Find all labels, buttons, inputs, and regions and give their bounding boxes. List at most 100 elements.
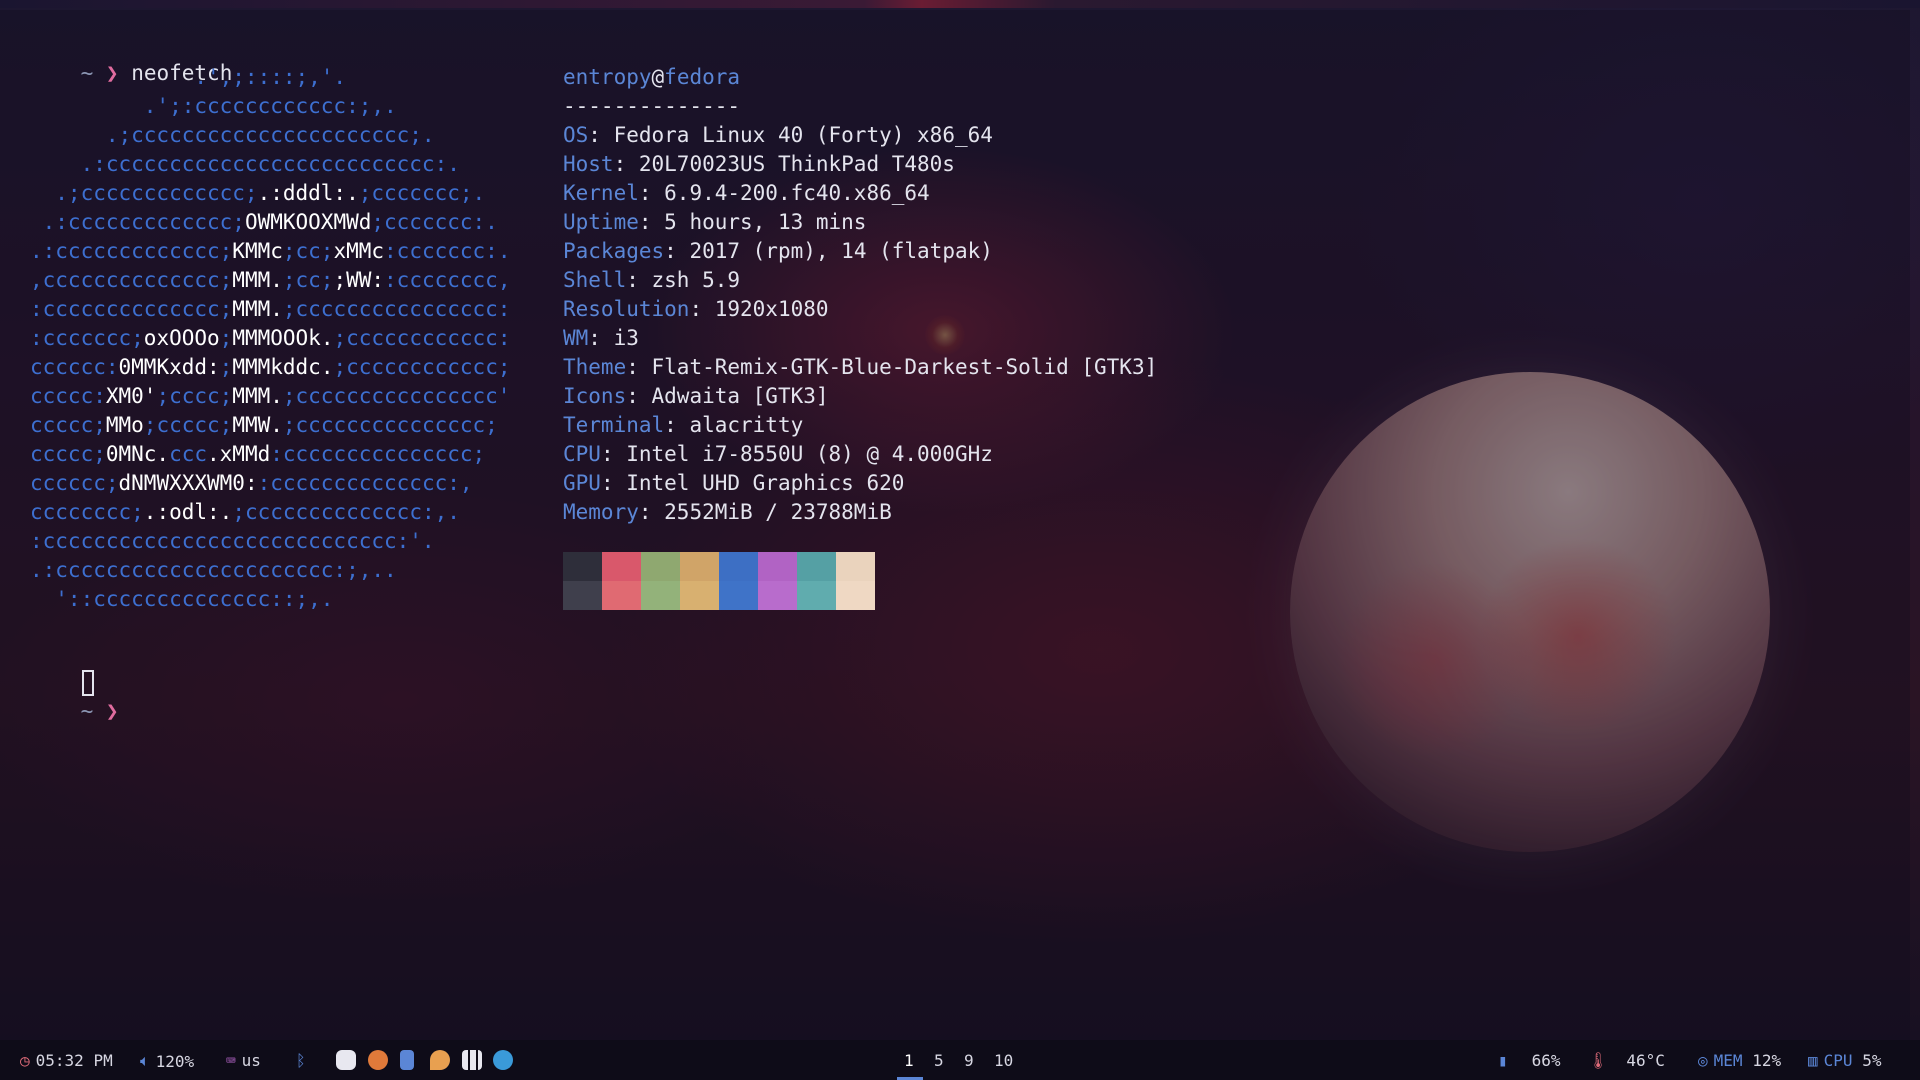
info-value: alacritty xyxy=(689,413,804,437)
info-row-terminal: Terminal: alacritty xyxy=(563,411,1157,440)
ascii-logo-row: .:ccccccccccccc;OWMKOOXMWd;ccccccc:. xyxy=(30,208,511,237)
info-key: GPU xyxy=(563,471,601,495)
color-swatch xyxy=(563,581,602,610)
info-key: Kernel xyxy=(563,181,639,205)
ascii-logo-row: '::cccccccccccccc::;,. xyxy=(30,585,511,614)
info-colon: : xyxy=(626,384,652,408)
ascii-segment: ;cccc; xyxy=(156,384,233,408)
ascii-segment: .:ccccccccccccc; xyxy=(30,239,233,263)
ascii-logo-row: cccccc:0MMKxdd:;MMMkddc.;cccccccccccc; xyxy=(30,353,511,382)
cpu-module[interactable]: ▥ CPU 5% xyxy=(1808,1051,1881,1070)
workspace-1[interactable]: 1 xyxy=(904,1051,914,1070)
ascii-segment: .',;::::;,'. xyxy=(30,65,410,89)
at-sign: @ xyxy=(651,65,665,89)
username: entropy xyxy=(563,65,652,89)
info-fields: OS: Fedora Linux 40 (Forty) x86_64 Host: … xyxy=(563,121,1157,527)
ascii-logo-row: cccccc;dNMWXXXWM0::cccccccccccccc:, xyxy=(30,469,511,498)
ascii-segment: ;ccccc; xyxy=(143,413,233,437)
ascii-segment: MMM. xyxy=(232,384,283,408)
ascii-segment: ;cccccccccccc; xyxy=(333,355,511,379)
volume-icon: 🔈︎ xyxy=(140,1051,150,1070)
clock-module[interactable]: ◷ 05:32 PM xyxy=(20,1051,113,1070)
telegram-icon[interactable] xyxy=(493,1050,513,1070)
info-colon: : xyxy=(664,239,690,263)
ascii-segment: ccccc: xyxy=(30,384,106,408)
temperature-module[interactable]: 🌡︎ 46°C xyxy=(1588,1051,1665,1070)
info-colon: : xyxy=(626,268,652,292)
ascii-segment: ;ccccccccccccccc; xyxy=(282,413,498,437)
battery-module[interactable]: ▮ 66% xyxy=(1498,1051,1561,1070)
ascii-segment: :ccccccccccccccc; xyxy=(270,442,486,466)
ascii-logo-row: .:cccccccccccccccccccccc:;,.. xyxy=(30,556,511,585)
info-key: Memory xyxy=(563,500,639,524)
firefox-icon[interactable] xyxy=(368,1050,388,1070)
info-row-kernel: Kernel: 6.9.4-200.fc40.x86_64 xyxy=(563,179,1157,208)
ascii-segment: ;cc; xyxy=(282,239,334,263)
info-value: Adwaita [GTK3] xyxy=(651,384,829,408)
info-key: Terminal xyxy=(563,413,665,437)
ascii-segment: ccccc; xyxy=(30,413,106,437)
info-colon: : xyxy=(600,471,627,495)
memory-text: 12% xyxy=(1752,1051,1782,1070)
color-swatch xyxy=(563,552,602,581)
volume-module[interactable]: 🔈︎ 120% xyxy=(140,1051,194,1071)
discord-icon[interactable] xyxy=(336,1050,356,1070)
info-row-os: OS: Fedora Linux 40 (Forty) x86_64 xyxy=(563,121,1157,150)
info-key: Icons xyxy=(563,384,627,408)
info-colon: : xyxy=(638,181,665,205)
ascii-segment: ;cccccccccccccccc' xyxy=(282,384,511,408)
temperature-text: 46°C xyxy=(1626,1051,1665,1070)
ascii-segment: ;ccccccc:. xyxy=(371,210,498,234)
ascii-segment: ;cccccccccccccc:,. xyxy=(232,500,460,524)
ascii-segment: :cccccccccccccc:, xyxy=(257,471,473,495)
clock-text: 05:32 PM xyxy=(35,1051,113,1070)
workspace-10[interactable]: 10 xyxy=(994,1051,1013,1070)
ascii-logo-row: ccccc;0MNc.ccc.xMMd:ccccccccccccccc; xyxy=(30,440,511,469)
color-swatch xyxy=(719,552,758,581)
ascii-segment: ; xyxy=(219,355,233,379)
prompt-line: ~ ❯ xyxy=(30,668,119,755)
info-colon: : xyxy=(588,326,614,350)
color-swatch xyxy=(836,581,875,610)
ascii-segment: MMo xyxy=(105,413,144,437)
ascii-segment: MMMOOOk. xyxy=(232,326,334,350)
ascii-segment: MMW. xyxy=(232,413,283,437)
info-colon: : xyxy=(638,210,665,234)
info-row-memory: Memory: 2552MiB / 23788MiB xyxy=(563,498,1157,527)
info-colon: : xyxy=(664,413,690,437)
terminal-window[interactable]: ~ ❯ neofetch .',;::::;,'. .';:cccccccccc… xyxy=(0,10,1910,1040)
bluetooth-icon[interactable]: ᛒ xyxy=(296,1051,306,1070)
ascii-segment: 0MMKxdd: xyxy=(118,355,220,379)
color-swatch xyxy=(797,581,836,610)
color-swatch xyxy=(602,581,641,610)
info-key: Resolution xyxy=(563,297,690,321)
ascii-logo-row: :cccccccccccccc;MMM.;cccccccccccccccc: xyxy=(30,295,511,324)
keyboard-text: us xyxy=(241,1051,261,1070)
color-swatch xyxy=(758,581,797,610)
ascii-segment: ;cccccccccccccccc: xyxy=(282,297,511,321)
moon-app-icon[interactable] xyxy=(430,1050,450,1070)
ascii-segment: oxOOOo xyxy=(143,326,220,350)
clock-icon: ◷ xyxy=(20,1051,30,1070)
ascii-segment: .:cccccccccccccccccccccccccc:. xyxy=(30,152,460,176)
memory-module[interactable]: ◎ MEM 12% xyxy=(1698,1051,1781,1070)
memory-label: MEM xyxy=(1713,1051,1743,1070)
ascii-logo-row: .',;::::;,'. xyxy=(30,63,511,92)
ascii-segment: .:cccccccccccccccccccccc:;,.. xyxy=(30,558,397,582)
info-row-uptime: Uptime: 5 hours, 13 mins xyxy=(563,208,1157,237)
ascii-segment: cccccc: xyxy=(30,355,119,379)
info-key: CPU xyxy=(563,442,601,466)
info-value: i3 xyxy=(613,326,639,350)
info-colon: : xyxy=(638,500,665,524)
keyboard-module[interactable]: ⌨ us xyxy=(226,1051,261,1070)
stats-icon[interactable] xyxy=(462,1050,482,1070)
workspace-9[interactable]: 9 xyxy=(964,1051,974,1070)
color-swatch xyxy=(680,552,719,581)
color-swatch xyxy=(641,552,680,581)
color-swatch xyxy=(641,581,680,610)
workspace-5[interactable]: 5 xyxy=(934,1051,944,1070)
ascii-logo-row: ccccc:XM0';cccc;MMM.;cccccccccccccccc' xyxy=(30,382,511,411)
ascii-segment: :cccccccccccccc; xyxy=(30,297,233,321)
network-tray-icon[interactable] xyxy=(400,1050,414,1070)
terminal-cursor[interactable] xyxy=(82,670,94,696)
